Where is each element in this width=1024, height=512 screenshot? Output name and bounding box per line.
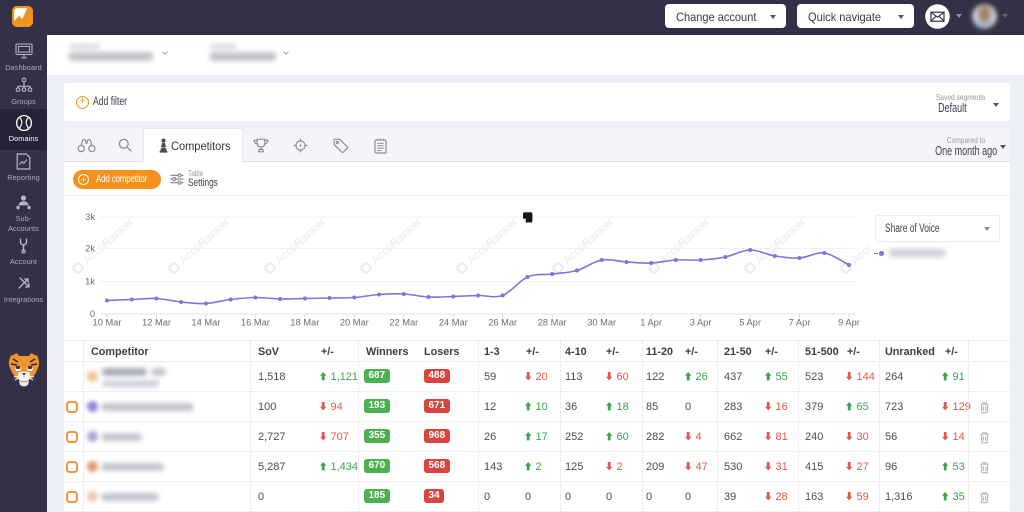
svg-text:12 Mar: 12 Mar [142, 318, 171, 328]
svg-text:3 Apr: 3 Apr [690, 318, 712, 328]
svg-text:1k: 1k [85, 277, 95, 287]
svg-text:9 Apr: 9 Apr [838, 318, 860, 328]
svg-text:18 Mar: 18 Mar [290, 318, 319, 328]
svg-text:24 Mar: 24 Mar [439, 318, 468, 328]
svg-text:30 Mar: 30 Mar [587, 318, 616, 328]
svg-text:20 Mar: 20 Mar [340, 318, 369, 328]
svg-text:10 Mar: 10 Mar [93, 318, 122, 328]
svg-text:22 Mar: 22 Mar [389, 318, 418, 328]
svg-text:1 Apr: 1 Apr [640, 318, 662, 328]
svg-text:7 Apr: 7 Apr [789, 318, 811, 328]
svg-text:28 Mar: 28 Mar [538, 318, 567, 328]
svg-text:3k: 3k [85, 212, 95, 222]
svg-text:14 Mar: 14 Mar [191, 318, 220, 328]
svg-text:16 Mar: 16 Mar [241, 318, 270, 328]
svg-text:2k: 2k [85, 244, 95, 254]
svg-text:5 Apr: 5 Apr [739, 318, 761, 328]
svg-text:26 Mar: 26 Mar [488, 318, 517, 328]
